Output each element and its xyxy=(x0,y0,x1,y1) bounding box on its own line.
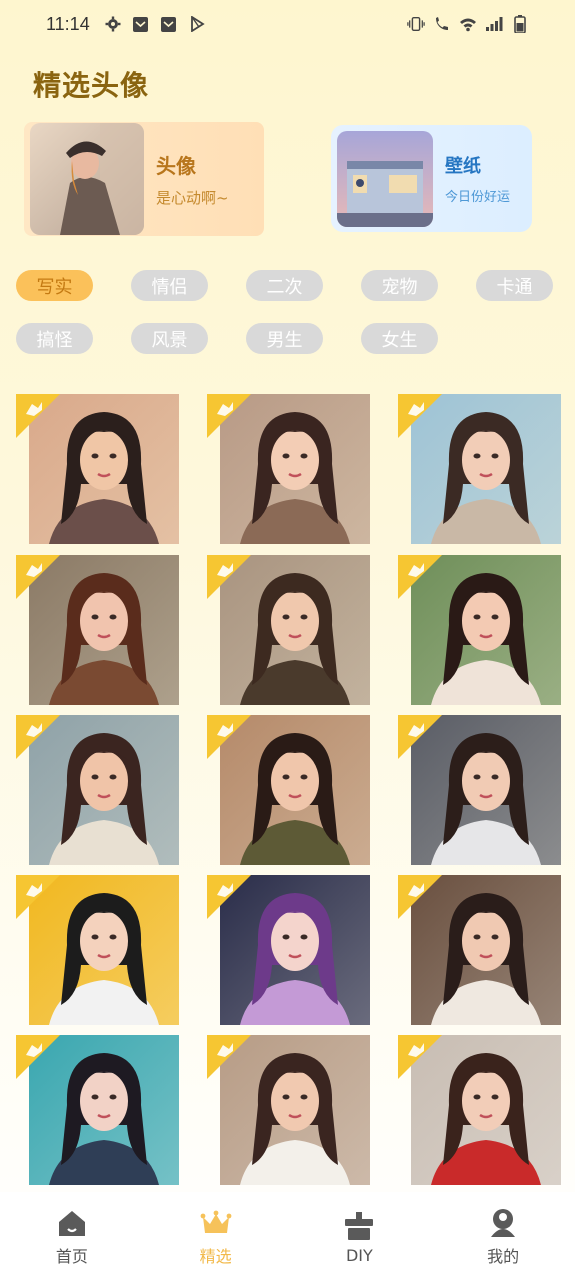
featured-badge-icon xyxy=(398,715,442,759)
bottom-tab-bar: 首页 精选 DIY 我的 xyxy=(0,1192,575,1280)
avatar-grid-item[interactable] xyxy=(398,875,562,1025)
wallpaper-card-thumbnail xyxy=(337,130,433,227)
avatar-card-subtitle: 是心动啊~ xyxy=(156,189,229,207)
mail-notification-icon xyxy=(160,15,178,33)
avatar-grid-item[interactable] xyxy=(16,715,180,865)
wallpaper-card-subtitle: 今日份好运 xyxy=(445,190,511,205)
tab-featured[interactable]: 精选 xyxy=(144,1192,288,1280)
featured-badge-icon xyxy=(398,1035,442,1079)
tab-mine-label: 我的 xyxy=(487,1247,520,1266)
featured-badge-icon xyxy=(207,1035,251,1079)
signal-icon xyxy=(485,15,503,33)
avatar-grid-item[interactable] xyxy=(398,1035,562,1185)
featured-badge-icon xyxy=(16,394,60,438)
tab-featured-label: 精选 xyxy=(199,1247,232,1266)
avatar-grid-item[interactable] xyxy=(398,715,562,865)
page-title: 精选头像 xyxy=(33,69,150,102)
featured-badge-icon xyxy=(398,555,442,599)
featured-badge-icon xyxy=(16,555,60,599)
category-chip-funny[interactable]: 搞怪 xyxy=(16,323,93,354)
featured-badge-icon xyxy=(207,715,251,759)
featured-badge-icon xyxy=(16,875,60,919)
avatar-card-title: 头像 xyxy=(156,154,196,178)
wallpaper-category-card[interactable]: 壁纸 今日份好运 xyxy=(331,125,532,232)
featured-badge-icon xyxy=(16,1035,60,1079)
featured-badge-icon xyxy=(207,394,251,438)
vibrate-icon xyxy=(407,15,425,33)
avatar-grid-item[interactable] xyxy=(207,1035,371,1185)
avatar-grid-item[interactable] xyxy=(207,555,371,705)
avatar-grid-item[interactable] xyxy=(16,875,180,1025)
tab-home-label: 首页 xyxy=(55,1247,88,1266)
avatar-grid-item[interactable] xyxy=(398,394,562,544)
tab-home[interactable]: 首页 xyxy=(0,1192,144,1280)
featured-badge-icon xyxy=(16,715,60,759)
crown-icon xyxy=(200,1210,232,1233)
featured-badge-icon xyxy=(207,555,251,599)
avatar-grid-item[interactable] xyxy=(16,555,180,705)
tab-mine[interactable]: 我的 xyxy=(431,1192,575,1280)
avatar-grid-item[interactable] xyxy=(398,555,562,705)
settings-gear-icon xyxy=(104,15,122,33)
avatar-category-card[interactable]: 头像 是心动啊~ xyxy=(24,122,264,236)
avatar-grid-item[interactable] xyxy=(16,1035,180,1185)
category-chip-realistic[interactable]: 写实 xyxy=(16,270,93,301)
battery-icon xyxy=(511,15,529,33)
category-chip-female[interactable]: 女生 xyxy=(361,323,438,354)
category-chip-male[interactable]: 男生 xyxy=(246,323,323,354)
home-icon xyxy=(58,1211,85,1236)
featured-badge-icon xyxy=(398,875,442,919)
category-chip-scenery[interactable]: 风景 xyxy=(131,323,208,354)
wifi-call-icon xyxy=(433,15,451,33)
avatar-grid-item[interactable] xyxy=(207,875,371,1025)
play-store-icon xyxy=(188,15,206,33)
avatar-grid-item[interactable] xyxy=(207,715,371,865)
profile-icon xyxy=(491,1209,516,1237)
status-time: 11:14 xyxy=(46,13,90,34)
avatar-grid-item[interactable] xyxy=(207,394,371,544)
avatar-card-thumbnail xyxy=(30,123,144,235)
mail-notification-icon xyxy=(132,15,150,33)
avatar-grid-item[interactable] xyxy=(16,394,180,544)
category-chip-cartoon[interactable]: 卡通 xyxy=(476,270,553,301)
status-bar: 11:14 xyxy=(0,0,575,48)
tab-diy-label: DIY xyxy=(345,1245,373,1265)
featured-badge-icon xyxy=(398,394,442,438)
tab-diy[interactable]: DIY xyxy=(288,1192,432,1280)
category-chip-couple[interactable]: 情侣 xyxy=(131,270,208,301)
wifi-icon xyxy=(459,15,477,33)
featured-badge-icon xyxy=(207,875,251,919)
diy-icon xyxy=(345,1211,374,1240)
category-chip-anime[interactable]: 二次 xyxy=(246,270,323,301)
category-chip-pets[interactable]: 宠物 xyxy=(361,270,438,301)
wallpaper-card-title: 壁纸 xyxy=(445,156,481,177)
